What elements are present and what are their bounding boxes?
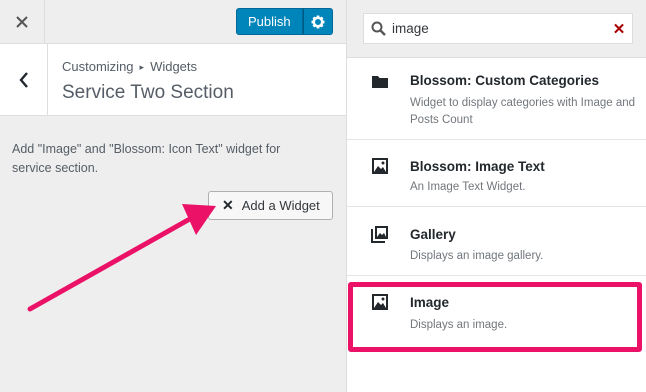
widget-description: Displays an image gallery. xyxy=(410,250,544,262)
gear-icon xyxy=(311,15,325,28)
widget-search-input[interactable]: image ✕ xyxy=(363,13,633,44)
widget-item-gallery[interactable]: Gallery Displays an image gallery. xyxy=(347,208,646,276)
back-button[interactable] xyxy=(0,44,48,116)
widget-name: Blossom: Custom Categories xyxy=(410,73,600,88)
widget-description: Widget to display categories with Image … xyxy=(410,97,636,126)
close-icon xyxy=(16,16,28,28)
close-customizer-button[interactable] xyxy=(0,0,45,44)
widget-item-blossom-image-text[interactable]: Blossom: Image Text An Image Text Widget… xyxy=(347,141,646,207)
section-description: Add "Image" and "Blossom: Icon Text" wid… xyxy=(12,142,281,175)
clear-search-icon[interactable]: ✕ xyxy=(606,20,632,38)
highlight-box xyxy=(348,282,642,352)
widget-description: An Image Text Widget. xyxy=(410,181,526,193)
breadcrumb-root: Customizing xyxy=(62,59,134,74)
widget-item-blossom-custom-categories[interactable]: Blossom: Custom Categories Widget to dis… xyxy=(347,59,646,140)
breadcrumb-current: Widgets xyxy=(150,59,198,74)
widget-name: Gallery xyxy=(410,227,456,242)
search-value: image xyxy=(392,21,429,36)
publish-settings-button[interactable] xyxy=(302,8,333,35)
widget-name: Blossom: Image Text xyxy=(410,159,545,174)
add-widget-button[interactable]: ✕ Add a Widget xyxy=(208,191,333,220)
section-title: Service Two Section xyxy=(62,82,234,103)
breadcrumb: Customizing ▸ Widgets xyxy=(62,59,197,74)
chevron-left-icon xyxy=(18,72,28,88)
image-icon xyxy=(372,158,388,174)
widget-search-bar: image ✕ xyxy=(347,0,646,58)
close-icon: ✕ xyxy=(222,197,234,213)
add-widget-label: Add a Widget xyxy=(241,198,320,213)
folder-icon xyxy=(372,76,388,88)
search-icon xyxy=(364,21,392,36)
publish-button[interactable]: Publish xyxy=(236,8,303,35)
customizer-header: Publish xyxy=(0,0,346,44)
gallery-icon xyxy=(371,226,388,243)
customizer-panel: Publish Customizing ▸ Widgets Service Tw… xyxy=(0,0,346,392)
publish-group: Publish xyxy=(236,8,333,35)
breadcrumb-separator: ▸ xyxy=(139,62,145,72)
section-header: Customizing ▸ Widgets Service Two Section xyxy=(0,44,346,116)
